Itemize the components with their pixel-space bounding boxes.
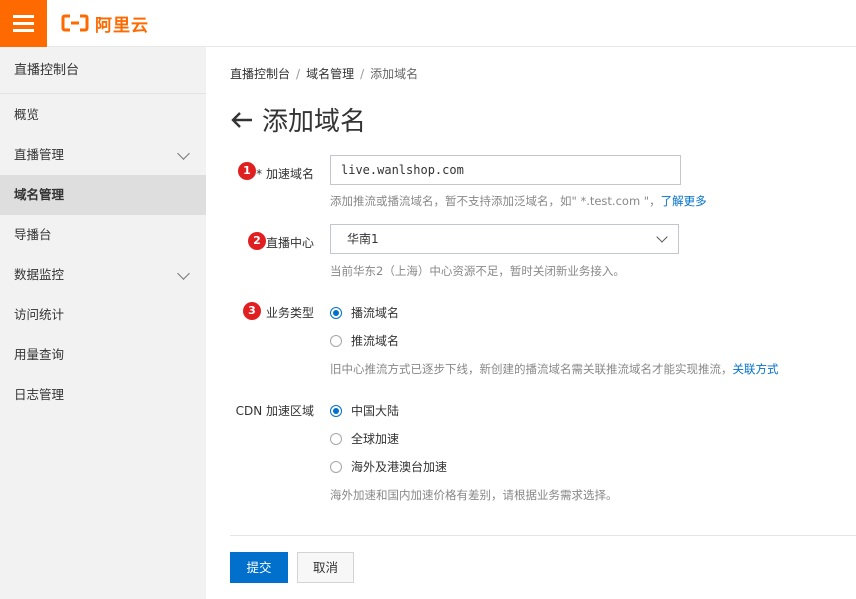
breadcrumb-separator: /	[296, 67, 301, 81]
sidebar-item-label: 用量查询	[14, 347, 65, 362]
radio-global[interactable]: 全球加速	[330, 430, 399, 447]
domain-label: * 加速域名	[256, 167, 314, 181]
radio-label: 中国大陆	[351, 404, 400, 418]
sidebar-item-usage[interactable]: 用量查询	[0, 335, 206, 375]
annotation-badge: 1	[238, 162, 256, 180]
radio-checked-icon	[330, 404, 342, 417]
sidebar-item-label: 日志管理	[14, 387, 65, 402]
radio-push-domain[interactable]: 推流域名	[330, 332, 399, 349]
center-select[interactable]: 华南1	[330, 224, 679, 254]
main-content: 直播控制台 / 域名管理 / 添加域名 添加域名 1 * 加速域名 添加推流或播流域名，…	[206, 47, 856, 599]
cdn-region-label: CDN 加速区域	[235, 404, 314, 418]
center-select-value: 华南1	[347, 232, 379, 246]
sidebar-item-domain-management[interactable]: 域名管理	[0, 175, 206, 215]
business-type-help: 旧中心推流方式已逐步下线，新创建的播流域名需关联推流域名才能实现推流，关联方式	[330, 361, 779, 377]
breadcrumb-separator: /	[360, 67, 365, 81]
breadcrumb-item[interactable]: 域名管理	[306, 67, 354, 81]
aliyun-logo[interactable]: 阿里云	[61, 12, 149, 36]
sidebar-item-live-management[interactable]: 直播管理	[0, 135, 206, 175]
sidebar-item-label: 直播管理	[14, 147, 65, 162]
menu-icon[interactable]	[0, 0, 47, 47]
annotation-badge: 3	[243, 302, 261, 320]
logo-text: 阿里云	[95, 15, 149, 36]
cancel-button[interactable]: 取消	[297, 552, 354, 583]
page-title: 添加域名	[262, 107, 367, 137]
sidebar-item-director[interactable]: 导播台	[0, 215, 206, 255]
radio-mainland-china[interactable]: 中国大陆	[330, 402, 399, 419]
radio-unchecked-icon	[330, 432, 342, 445]
association-method-link[interactable]: 关联方式	[733, 362, 779, 376]
sidebar-item-overview[interactable]: 概览	[0, 95, 206, 135]
radio-label: 海外及港澳台加速	[351, 460, 448, 474]
chevron-down-icon	[177, 147, 190, 160]
center-help: 当前华东2（上海）中心资源不足，暂时关闭新业务接入。	[330, 264, 625, 278]
center-label: 直播中心	[266, 236, 315, 250]
business-type-label: 业务类型	[265, 306, 314, 320]
learn-more-link[interactable]: 了解更多	[661, 194, 707, 208]
radio-overseas[interactable]: 海外及港澳台加速	[330, 458, 447, 475]
domain-help-text: 添加推流或播流域名，暂不支持添加泛域名，如" *.test.com "，	[330, 194, 661, 208]
breadcrumb-item[interactable]: 直播控制台	[230, 67, 290, 81]
radio-checked-icon	[330, 306, 342, 319]
sidebar-title[interactable]: 直播控制台	[0, 47, 206, 94]
domain-help: 添加推流或播流域名，暂不支持添加泛域名，如" *.test.com "，了解更多	[330, 193, 707, 209]
sidebar-item-label: 概览	[14, 107, 40, 122]
chevron-down-icon	[656, 231, 668, 243]
sidebar-item-access-stats[interactable]: 访问统计	[0, 295, 206, 335]
radio-label: 全球加速	[351, 432, 400, 446]
top-bar: 阿里云	[0, 0, 856, 47]
submit-button[interactable]: 提交	[230, 552, 288, 583]
sidebar-item-monitoring[interactable]: 数据监控	[0, 255, 206, 295]
sidebar-item-logs[interactable]: 日志管理	[0, 375, 206, 415]
radio-unchecked-icon	[330, 460, 342, 473]
radio-play-domain[interactable]: 播流域名	[330, 304, 399, 321]
sidebar-item-label: 导播台	[14, 227, 52, 242]
page-header: 添加域名	[230, 101, 366, 138]
radio-label: 推流域名	[351, 334, 400, 348]
sidebar-item-label: 访问统计	[14, 307, 65, 322]
business-type-help-text: 旧中心推流方式已逐步下线，新创建的播流域名需关联推流域名才能实现推流，	[330, 362, 733, 376]
radio-unchecked-icon	[330, 334, 342, 347]
back-arrow-icon[interactable]	[230, 110, 254, 130]
annotation-badge: 2	[248, 232, 266, 250]
divider	[230, 535, 856, 536]
radio-label: 播流域名	[351, 306, 400, 320]
cdn-region-help: 海外加速和国内加速价格有差别，请根据业务需求选择。	[330, 488, 618, 502]
sidebar: 直播控制台 概览 直播管理 域名管理 导播台 数据监控 访问统计 用量查询 日志…	[0, 47, 206, 599]
domain-input[interactable]	[330, 155, 681, 185]
aliyun-logo-icon	[61, 14, 89, 32]
sidebar-item-label: 域名管理	[14, 187, 65, 202]
breadcrumb: 直播控制台 / 域名管理 / 添加域名	[230, 65, 418, 82]
sidebar-item-label: 数据监控	[14, 267, 65, 282]
breadcrumb-current: 添加域名	[370, 67, 419, 81]
chevron-down-icon	[177, 267, 190, 280]
